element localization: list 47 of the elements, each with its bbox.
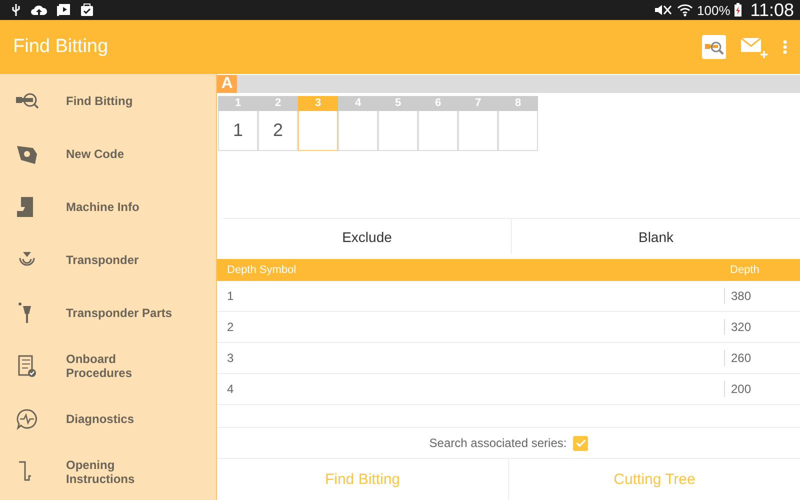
cut-input-field[interactable] [338,111,378,151]
app-title: Find Bitting [13,36,108,58]
cloud-upload-icon [30,3,48,17]
cut-input-field[interactable] [458,111,498,151]
sidebar-item[interactable]: New Code [0,127,216,180]
table-cell: 320 [724,319,800,335]
table-cell: 200 [724,381,800,397]
table-cell: 260 [724,350,800,366]
sidebar-item[interactable]: Transponder Parts [0,286,216,339]
clipboard-check-icon [80,3,94,17]
column-header: Depth [729,264,760,276]
table-cell-text: 1 [226,289,235,303]
cut-input-field[interactable] [498,111,538,151]
table-cell: 380 [724,288,800,304]
sidebar-item[interactable]: Find Bitting [0,74,216,127]
cut-input-field[interactable] [378,111,418,151]
add-email-button[interactable] [740,35,768,59]
key-search-icon [704,39,724,55]
cut-input-field[interactable] [418,111,458,151]
battery-level: 100% [697,2,730,18]
sidebar-item[interactable]: Transponder [0,233,216,286]
sidebar-item[interactable]: Onboard Procedures [0,339,216,392]
media-icon [56,3,72,17]
action-button[interactable]: Blank [511,219,800,254]
sidebar-item[interactable]: Diagnostics [0,392,216,445]
table-cell-text: 3 [226,351,235,365]
key-search-button[interactable] [702,35,726,59]
action-button[interactable]: Exclude [223,219,511,254]
mute-icon [653,3,674,17]
cut-input-field[interactable]: 2 [258,111,298,151]
table-cell-text: 2 [226,320,235,334]
table-cell-text: 4 [226,382,235,396]
diagnostics-icon [15,406,39,430]
more-options-button[interactable] [782,39,788,55]
sidebar-item[interactable]: Opening Instructions [0,445,216,498]
usb-icon [10,3,22,17]
column-header: Depth Symbol [226,264,298,276]
checkbox-label: Search associated series: [429,436,567,450]
clock-time: 11:08 [750,0,794,20]
checkbox[interactable] [572,436,588,450]
mail-plus-icon [740,35,768,59]
cut-input-field[interactable]: 1 [218,111,258,151]
cut-input-field[interactable] [298,111,338,151]
sidebar-item[interactable]: Machine Info [0,180,216,233]
battery-charging-icon [734,3,742,17]
more-icon [782,39,788,55]
wifi-icon [677,3,694,17]
